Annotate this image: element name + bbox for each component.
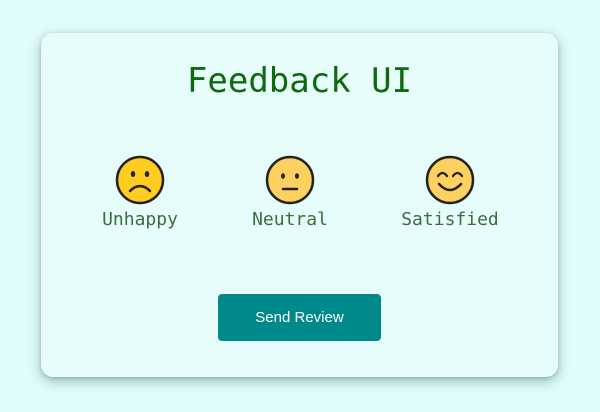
page-title: Feedback UI [186,61,413,101]
rating-option-satisfied[interactable]: Satisfied [390,155,510,230]
smiling-face-icon [425,155,475,205]
neutral-face-icon [265,155,315,205]
sad-face-icon [115,155,165,205]
send-review-button[interactable]: Send Review [218,294,381,341]
rating-label-unhappy: Unhappy [102,209,178,230]
feedback-card: Feedback UI Unhappy Neutral Satisfied Se… [41,33,558,377]
rating-option-unhappy[interactable]: Unhappy [80,155,200,230]
rating-label-satisfied: Satisfied [401,209,499,230]
rating-option-neutral[interactable]: Neutral [230,155,350,230]
rating-label-neutral: Neutral [252,209,328,230]
